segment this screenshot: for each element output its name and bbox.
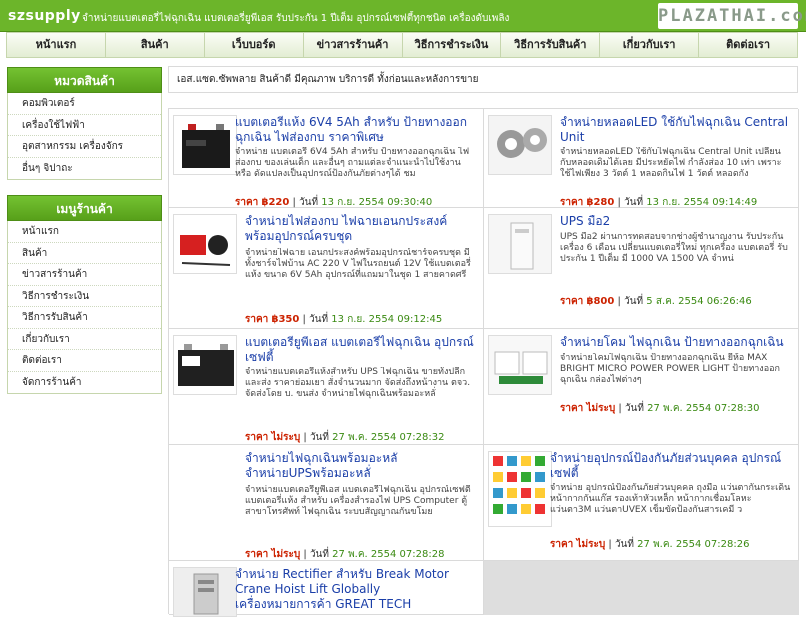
menu-contact[interactable]: ติดต่อเรา [8, 350, 161, 372]
product-thumb-ups[interactable] [488, 214, 552, 274]
product-date: 27 พ.ค. 2554 07:28:28 [332, 549, 445, 560]
product-card[interactable]: จำหน่ายโคม ไฟฉุกเฉิน ป้ายทางออกฉุกเฉิน จ… [484, 329, 799, 445]
product-desc: จำหน่ายไฟฉาย เอนกประสงค์พร้อมอุปกรณ์ชาร์… [245, 248, 471, 280]
product-title[interactable]: จำหน่ายอุปกรณ์ป้องกันภัยส่วนบุคคล อุปกรณ… [550, 451, 792, 483]
site-header: szsupply จำหน่ายแบตเตอรี่ไฟฉุกเฉิน แบตเต… [0, 0, 806, 32]
product-desc: UPS มือ2 ผ่านการทดสอบจากช่างผู้ชำนาญงาน … [560, 232, 788, 264]
plazathai-logo[interactable]: PLAZATHAI.com [658, 3, 806, 29]
product-title[interactable]: จำหน่ายไฟส่องกบ ไฟฉายเอนกประสงค์ พร้อมอุ… [245, 214, 479, 246]
category-computer[interactable]: คอมพิวเตอร์ [8, 93, 161, 115]
category-industry[interactable]: อุตสาหกรรม เครื่องจักร [8, 136, 161, 158]
nav-payment[interactable]: วิธีการชำระเงิน [403, 33, 502, 57]
product-card[interactable]: แบตเตอรี่แห้ง 6V4 5Ah สำหรับ ป้ายทางออกฉ… [169, 109, 484, 208]
product-meta: ราคา ไม่ระบุ | วันที่ 27 พ.ค. 2554 07:28… [560, 403, 760, 414]
categories-box: หมวดสินค้า คอมพิวเตอร์ เครื่องใช้ไฟฟ้า อ… [7, 67, 162, 180]
product-date: 27 พ.ค. 2554 07:28:30 [647, 403, 760, 414]
nav-delivery[interactable]: วิธีการรับสินค้า [501, 33, 601, 57]
shop-menu-list: หน้าแรก สินค้า ข่าวสารร้านค้า วิธีการชำร… [7, 221, 162, 394]
product-card[interactable]: จำหน่ายอุปกรณ์ป้องกันภัยส่วนบุคคล อุปกรณ… [484, 445, 799, 561]
product-desc: จำหน่าย อุปกรณ์ป้องกันภัยส่วนบุคคล ถุงมื… [550, 483, 791, 515]
product-thumb-battery[interactable] [173, 115, 237, 175]
product-date: 5 ส.ค. 2554 06:26:46 [646, 296, 752, 307]
product-thumb-lamp-kit[interactable] [173, 214, 237, 274]
nav-news[interactable]: ข่าวสารร้านค้า [304, 33, 403, 57]
empty-grid-cell [484, 561, 799, 615]
product-desc: จำหน่ายแบตเตอรี่ยูพีเอส แบตเตอรี่ไฟฉุกเฉ… [245, 485, 471, 517]
nav-products[interactable]: สินค้า [106, 33, 205, 57]
shop-tagline: จำหน่ายแบตเตอรี่ไฟฉุกเฉิน แบตเตอรี่ยูพีเ… [82, 13, 510, 24]
category-misc[interactable]: อื่นๆ จิปาถะ [8, 158, 161, 180]
product-card[interactable]: UPS มือ2 UPS มือ2 ผ่านการทดสอบจากช่างผู้… [484, 208, 799, 329]
product-meta: ราคา ไม่ระบุ | วันที่ 27 พ.ค. 2554 07:28… [245, 549, 445, 560]
product-date: 13 ก.ย. 2554 09:12:45 [331, 314, 443, 325]
product-title[interactable]: จำหน่าย Rectifier สำหรับ Break Motor Cra… [235, 567, 479, 613]
nav-contact[interactable]: ติดต่อเรา [699, 33, 797, 57]
product-date: 27 พ.ค. 2554 07:28:26 [637, 539, 750, 550]
nav-webboard[interactable]: เว็บบอร์ด [205, 33, 304, 57]
product-meta: ราคา ไม่ระบุ | วันที่ 27 พ.ค. 2554 07:28… [245, 432, 445, 443]
product-price: ฿220 [261, 197, 290, 208]
shop-name[interactable]: szsupply [8, 8, 81, 24]
product-desc: จำหน่าย แบตเตอรี่ 6V4 5Ah สำหรับ ป้ายทาง… [235, 147, 470, 179]
product-title[interactable]: จำหน่ายไฟฉุกเฉินพร้อมอะหลั่ จำหน่ายUPSพร… [245, 451, 479, 483]
product-card[interactable]: จำหน่าย Rectifier สำหรับ Break Motor Cra… [169, 561, 484, 617]
product-card[interactable]: จำหน่ายหลอดLED ใช้กับไฟฉุกเฉิน Central U… [484, 109, 799, 208]
menu-manage-shop[interactable]: จัดการร้านค้า [8, 372, 161, 394]
menu-products[interactable]: สินค้า [8, 243, 161, 264]
product-title[interactable]: จำหน่ายหลอดLED ใช้กับไฟฉุกเฉิน Central U… [560, 115, 790, 147]
menu-delivery[interactable]: วิธีการรับสินค้า [8, 307, 161, 329]
main-nav: หน้าแรก สินค้า เว็บบอร์ด ข่าวสารร้านค้า … [6, 32, 798, 58]
product-desc: จำหน่ายแบตเตอรี่แห้งสำหรับ UPS ไฟฉุกเฉิน… [245, 367, 471, 399]
product-price: ไม่ระบุ [586, 403, 616, 414]
product-card[interactable]: จำหน่ายไฟฉุกเฉินพร้อมอะหลั่ จำหน่ายUPSพร… [169, 445, 484, 561]
product-price: ฿350 [271, 314, 300, 325]
product-price: ไม่ระบุ [576, 539, 606, 550]
product-price: ฿800 [586, 296, 615, 307]
product-date: 13 ก.ย. 2554 09:14:49 [646, 197, 758, 208]
product-title[interactable]: แบตเตอรี่แห้ง 6V4 5Ah สำหรับ ป้ายทางออกฉ… [235, 115, 477, 147]
menu-about[interactable]: เกี่ยวกับเรา [8, 329, 161, 350]
product-price: ฿280 [586, 197, 615, 208]
product-thumb-rectifier[interactable] [173, 567, 237, 617]
product-date: 13 ก.ย. 2554 09:30:40 [321, 197, 433, 208]
product-date: 27 พ.ค. 2554 07:28:32 [332, 432, 445, 443]
product-title[interactable]: จำหน่ายโคม ไฟฉุกเฉิน ป้ายทางออกฉุกเฉิน [560, 335, 790, 351]
shop-menu-box: เมนูร้านค้า หน้าแรก สินค้า ข่าวสารร้านค้… [7, 195, 162, 394]
menu-home[interactable]: หน้าแรก [8, 221, 161, 243]
nav-about[interactable]: เกี่ยวกับเรา [600, 33, 700, 57]
product-card[interactable]: จำหน่ายไฟส่องกบ ไฟฉายเอนกประสงค์ พร้อมอุ… [169, 208, 484, 329]
product-desc: จำหน่ายโคมไฟฉุกเฉิน ป้ายทางออกฉุกเฉิน ยี… [560, 353, 780, 385]
categories-list: คอมพิวเตอร์ เครื่องใช้ไฟฟ้า อุตสาหกรรม เ… [7, 93, 162, 180]
product-desc: จำหน่ายหลอดLED ใช้กับไฟฉุกเฉิน Central U… [560, 147, 782, 179]
shop-slogan: เอส.แซด.ซัพพลาย สินค้าดี มีคุณภาพ บริการ… [168, 66, 798, 93]
product-title[interactable]: UPS มือ2 [560, 214, 790, 230]
product-thumb-battery-spa[interactable] [173, 335, 237, 395]
product-thumb-safety-chart[interactable] [488, 451, 552, 527]
product-price: ไม่ระบุ [271, 432, 301, 443]
product-meta: ราคา ฿350 | วันที่ 13 ก.ย. 2554 09:12:45 [245, 314, 443, 325]
product-meta: ราคา ไม่ระบุ | วันที่ 27 พ.ค. 2554 07:28… [550, 539, 750, 550]
product-meta: ราคา ฿800 | วันที่ 5 ส.ค. 2554 06:26:46 [560, 296, 752, 307]
nav-home[interactable]: หน้าแรก [7, 33, 106, 57]
product-card[interactable]: แบตเตอรี่ยูพีเอส แบตเตอรี่ไฟฉุกเฉิน อุปก… [169, 329, 484, 445]
product-title[interactable]: แบตเตอรี่ยูพีเอส แบตเตอรี่ไฟฉุกเฉิน อุปก… [245, 335, 479, 367]
product-grid: แบตเตอรี่แห้ง 6V4 5Ah สำหรับ ป้ายทางออกฉ… [168, 108, 799, 617]
category-appliances[interactable]: เครื่องใช้ไฟฟ้า [8, 115, 161, 136]
product-price: ไม่ระบุ [271, 549, 301, 560]
menu-news[interactable]: ข่าวสารร้านค้า [8, 264, 161, 286]
shop-menu-title: เมนูร้านค้า [7, 195, 162, 221]
product-thumb-emergency-lights[interactable] [488, 335, 552, 395]
product-thumb-led[interactable] [488, 115, 552, 175]
menu-payment[interactable]: วิธีการชำระเงิน [8, 286, 161, 307]
categories-title: หมวดสินค้า [7, 67, 162, 93]
